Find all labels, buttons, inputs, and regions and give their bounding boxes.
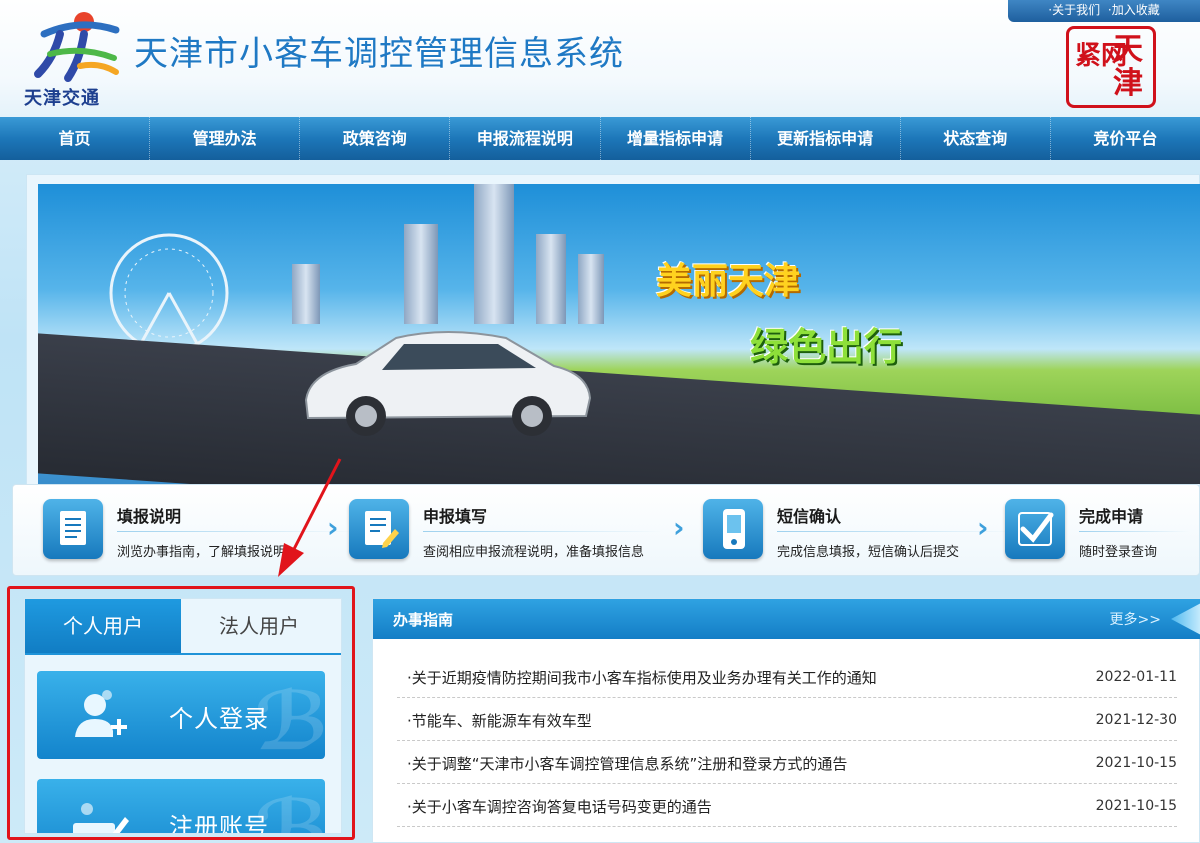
tab-personal-user[interactable]: 个人用户: [25, 599, 181, 653]
step-desc: 查阅相应申报流程说明，准备填报信息: [423, 545, 645, 560]
news-item-date: 2022-01-11: [1095, 669, 1177, 685]
register-account-button[interactable]: 注册账号 ℬ: [37, 779, 325, 834]
header-arrow-decoration: [1171, 603, 1200, 635]
edit-form-icon: [349, 499, 409, 559]
nav-item-policy-consult[interactable]: 政策咨询: [300, 117, 451, 160]
seal-right-text: 天津: [1113, 32, 1143, 101]
nav-item-process-guide[interactable]: 申报流程说明: [450, 117, 601, 160]
banner-building: [292, 264, 320, 324]
step-complete[interactable]: 完成申请 随时登录查询: [1005, 485, 1195, 577]
banner-building: [536, 234, 566, 324]
car-icon: [304, 331, 592, 436]
news-item-date: 2021-10-15: [1095, 798, 1177, 814]
step-title: 短信确认: [777, 507, 842, 526]
nav-item-home[interactable]: 首页: [0, 117, 151, 160]
news-item[interactable]: ·关于近期疫情防控期间我市小客车指标使用及业务办理有关工作的通知 2022-01…: [397, 655, 1177, 698]
about-us-link[interactable]: ·关于我们: [1048, 3, 1100, 17]
annotation-arrow-icon: [278, 458, 342, 577]
banner-building: [404, 224, 438, 324]
step-desc: 随时登录查询: [1079, 545, 1158, 560]
news-item-date: 2021-12-30: [1095, 712, 1177, 728]
step-title: 填报说明: [117, 507, 182, 526]
nav-item-renew-quota[interactable]: 更新指标申请: [751, 117, 901, 160]
tianjin-transport-logo[interactable]: 天津交通: [20, 8, 130, 112]
news-item-title[interactable]: ·关于小客车调控咨询答复电话号码变更的通告: [407, 796, 712, 817]
personal-login-button[interactable]: 个人登录 ℬ: [37, 671, 325, 759]
checkmark-icon: [1005, 499, 1065, 559]
news-item-title[interactable]: ·关于近期疫情防控期间我市小客车指标使用及业务办理有关工作的通知: [407, 667, 877, 688]
nav-item-regulations[interactable]: 管理办法: [150, 117, 301, 160]
logo-text: 天津交通: [24, 88, 100, 109]
step-divider: [423, 531, 663, 532]
banner-road: [38, 333, 1200, 484]
watermark-logo-icon: ℬ: [254, 675, 325, 759]
nav-item-bidding[interactable]: 竞价平台: [1051, 117, 1200, 160]
site-title: 天津市小客车调控管理信息系统: [134, 34, 624, 74]
news-item[interactable]: ·关于调整“天津市小客车调控管理信息系统”注册和登录方式的通告 2021-10-…: [397, 741, 1177, 784]
logo-mark-icon: [34, 12, 120, 82]
step-title: 申报填写: [423, 507, 488, 526]
news-item-title[interactable]: ·关于调整“天津市小客车调控管理信息系统”注册和登录方式的通告: [407, 753, 847, 774]
nav-item-status-query[interactable]: 状态查询: [901, 117, 1051, 160]
news-item-title[interactable]: ·节能车、新能源车有效车型: [407, 710, 592, 731]
document-icon: [43, 499, 103, 559]
process-steps: 填报说明 浏览办事指南，了解填报说明 › 申报填写 查阅相应申报流程说明，准备填…: [12, 484, 1200, 576]
top-links: ·关于我们 ·加入收藏: [1008, 0, 1200, 22]
chevron-right-icon: ›: [673, 511, 685, 544]
banner-building: [474, 184, 514, 324]
news-title: 办事指南: [393, 611, 454, 629]
news-item-date: 2021-10-15: [1095, 755, 1177, 771]
login-panel: 个人用户 法人用户 个人登录 ℬ 注册账号 ℬ: [24, 598, 342, 834]
news-list: ·关于近期疫情防控期间我市小客车指标使用及业务办理有关工作的通知 2022-01…: [397, 655, 1177, 827]
news-item[interactable]: ·关于小客车调控咨询答复电话号码变更的通告 2021-10-15: [397, 784, 1177, 827]
banner-building: [578, 254, 604, 324]
tianjin-seal-logo: 紧网 天津: [1066, 26, 1156, 108]
user-add-icon: [75, 690, 127, 737]
add-bookmark-link[interactable]: ·加入收藏: [1108, 3, 1160, 17]
banner-slogan-green-travel: 绿色出行: [750, 325, 903, 369]
nav-item-new-quota[interactable]: 增量指标申请: [601, 117, 751, 160]
watermark-logo-icon: ℬ: [254, 783, 325, 834]
step-desc: 浏览办事指南，了解填报说明: [117, 545, 287, 560]
tab-underline: [25, 653, 341, 655]
step-divider: [1079, 531, 1189, 532]
mobile-phone-icon: [703, 499, 763, 559]
step-title: 完成申请: [1079, 507, 1144, 526]
banner-slogan-beautiful-tianjin: 美丽天津: [656, 261, 801, 302]
news-item[interactable]: ·节能车、新能源车有效车型 2021-12-30: [397, 698, 1177, 741]
guide-news-panel: 办事指南 更多>> ·关于近期疫情防控期间我市小客车指标使用及业务办理有关工作的…: [372, 598, 1200, 843]
step-application-fill[interactable]: 申报填写 查阅相应申报流程说明，准备填报信息: [349, 485, 679, 577]
tab-corporate-user[interactable]: 法人用户: [181, 599, 337, 653]
header: ·关于我们 ·加入收藏 天津交通 天津市小客车调控管理信息系统 紧网 天津: [0, 0, 1200, 117]
news-header: 办事指南 更多>>: [373, 599, 1200, 639]
step-desc: 完成信息填报，短信确认后提交: [777, 545, 960, 560]
banner-image: 美丽天津 绿色出行: [38, 184, 1200, 484]
more-link[interactable]: 更多>>: [1110, 609, 1161, 629]
main-nav: 首页 管理办法 政策咨询 申报流程说明 增量指标申请 更新指标申请 状态查询 竞…: [0, 117, 1200, 160]
register-card-icon: [73, 803, 129, 833]
step-sms-confirm[interactable]: 短信确认 完成信息填报，短信确认后提交: [703, 485, 1017, 577]
chevron-right-icon: ›: [977, 511, 989, 544]
